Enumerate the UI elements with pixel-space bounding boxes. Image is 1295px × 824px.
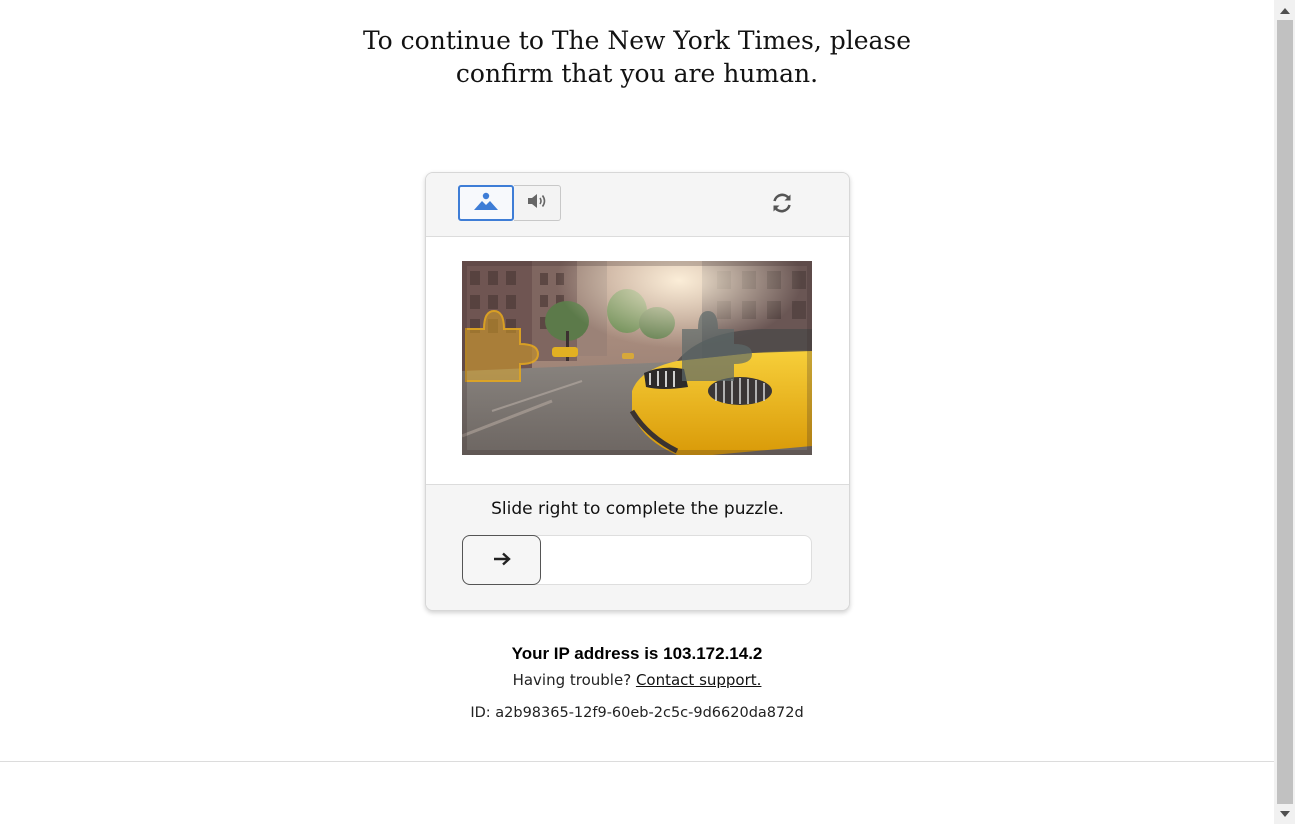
audio-mode-button[interactable] xyxy=(514,185,561,221)
page-viewport: To continue to The New York Times, pleas… xyxy=(0,0,1274,824)
image-mode-icon xyxy=(473,191,499,215)
request-id-text: ID: a2b98365-12f9-60eb-2c5c-9d6620da872d xyxy=(470,705,804,721)
captcha-header xyxy=(426,173,849,237)
captcha-image-area xyxy=(426,237,849,485)
image-mode-button[interactable] xyxy=(458,185,514,221)
refresh-icon xyxy=(770,191,794,219)
puzzle-image xyxy=(462,261,812,455)
audio-mode-icon xyxy=(526,192,548,214)
trouble-text: Having trouble? Contact support. xyxy=(337,671,937,689)
captcha-mode-toggle xyxy=(458,185,561,221)
captcha-widget: Slide right to complete the puzzle. xyxy=(425,172,850,611)
arrow-right-icon xyxy=(493,551,511,570)
vertical-scrollbar[interactable] xyxy=(1274,0,1295,824)
scroll-up-arrow-icon[interactable] xyxy=(1274,2,1295,19)
scroll-down-arrow-icon[interactable] xyxy=(1274,805,1295,822)
scrollbar-thumb[interactable] xyxy=(1277,20,1293,804)
slider-handle[interactable] xyxy=(462,535,541,585)
ip-address-text: Your IP address is 103.172.14.2 xyxy=(511,644,763,663)
trouble-label: Having trouble? xyxy=(512,671,632,689)
captcha-footer: Slide right to complete the puzzle. xyxy=(426,485,849,610)
captcha-instruction: Slide right to complete the puzzle. xyxy=(491,499,784,519)
contact-support-link[interactable]: Contact support. xyxy=(636,671,762,689)
footer-divider xyxy=(0,761,1274,762)
page-title: To continue to The New York Times, pleas… xyxy=(362,26,912,88)
refresh-button[interactable] xyxy=(768,191,796,219)
